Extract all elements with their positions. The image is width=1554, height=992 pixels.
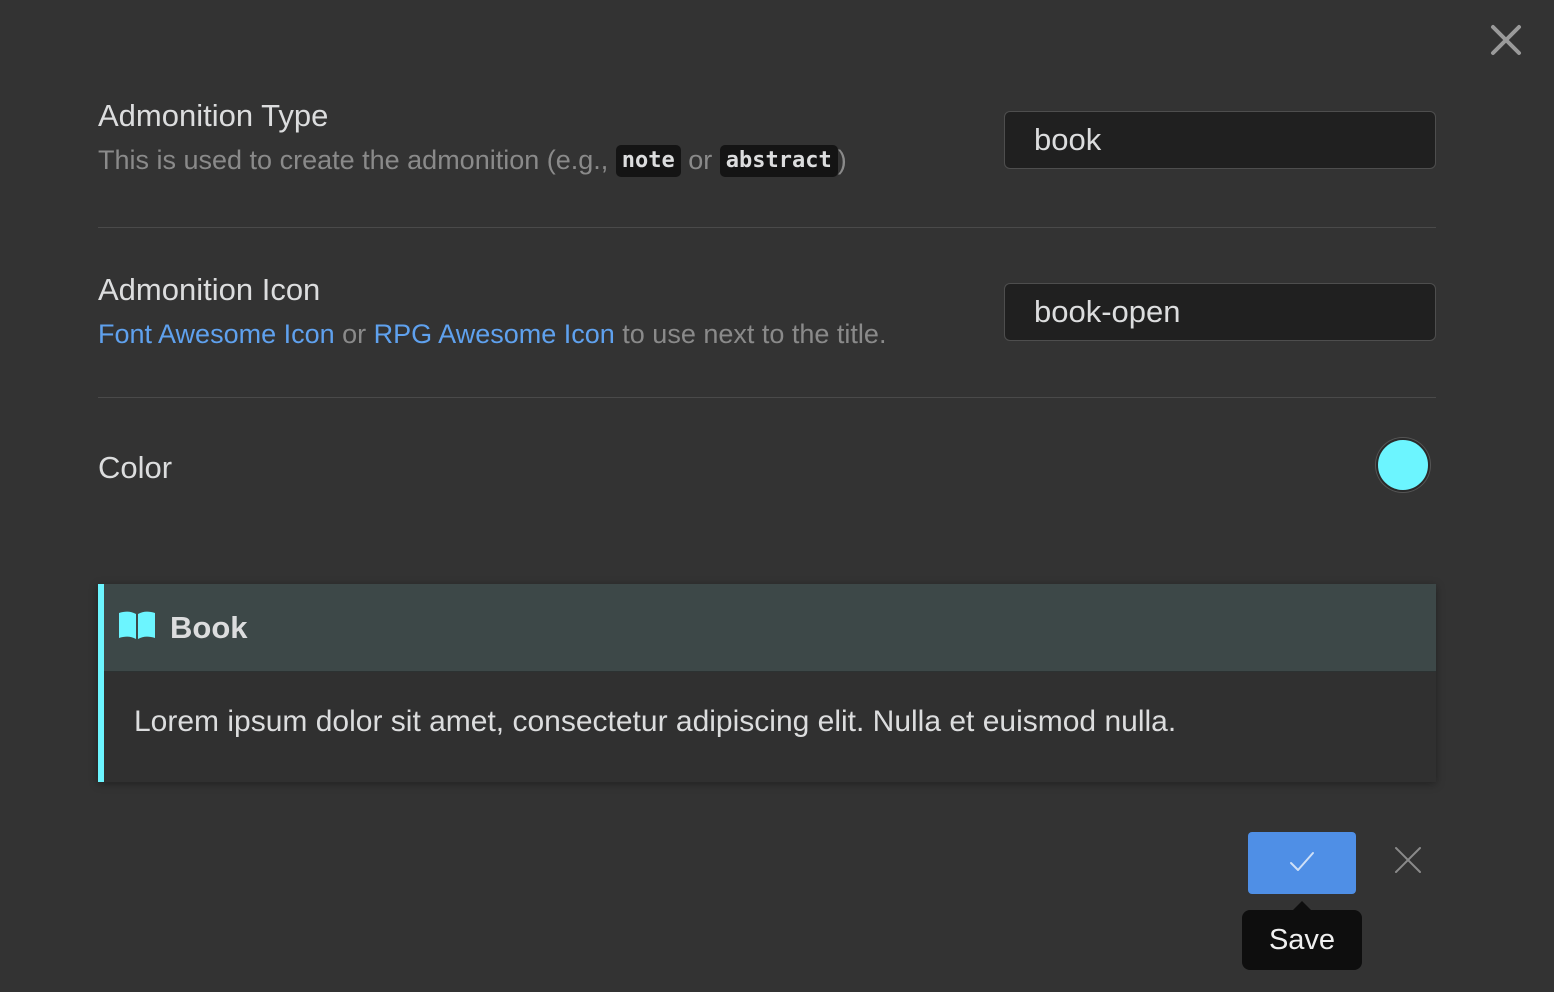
save-button[interactable]: [1248, 832, 1356, 894]
admonition-modal: Admonition Type This is used to create t…: [0, 0, 1554, 992]
divider: [98, 227, 1436, 228]
setting-admonition-icon: Admonition Icon Font Awesome Icon or RPG…: [98, 274, 1436, 348]
save-tooltip: Save: [1242, 901, 1362, 970]
admonition-content: Lorem ipsum dolor sit amet, consectetur …: [134, 705, 1177, 738]
setting-admonition-type: Admonition Type This is used to create t…: [98, 100, 1436, 177]
code-note: note: [615, 145, 681, 177]
close-icon: [1394, 846, 1422, 879]
code-abstract: abstract: [719, 145, 838, 177]
color-picker[interactable]: [1376, 438, 1430, 492]
setting-color: Color: [98, 438, 1436, 492]
cancel-button[interactable]: [1388, 842, 1428, 882]
admonition-title: Book: [104, 584, 1436, 672]
admonition-type-input[interactable]: [1004, 111, 1436, 169]
admonition-title-text: Book: [170, 609, 248, 645]
setting-name: Color: [98, 450, 173, 485]
checkmark-icon: [1289, 851, 1315, 876]
divider: [98, 397, 1436, 398]
close-icon[interactable]: [1488, 22, 1524, 58]
font-awesome-link[interactable]: Font Awesome Icon: [98, 319, 335, 349]
rpg-awesome-link[interactable]: RPG Awesome Icon: [374, 319, 615, 349]
book-open-icon: [118, 610, 156, 645]
admonition-preview: Book Lorem ipsum dolor sit amet, consect…: [98, 584, 1436, 782]
admonition-icon-input[interactable]: [1004, 283, 1436, 341]
